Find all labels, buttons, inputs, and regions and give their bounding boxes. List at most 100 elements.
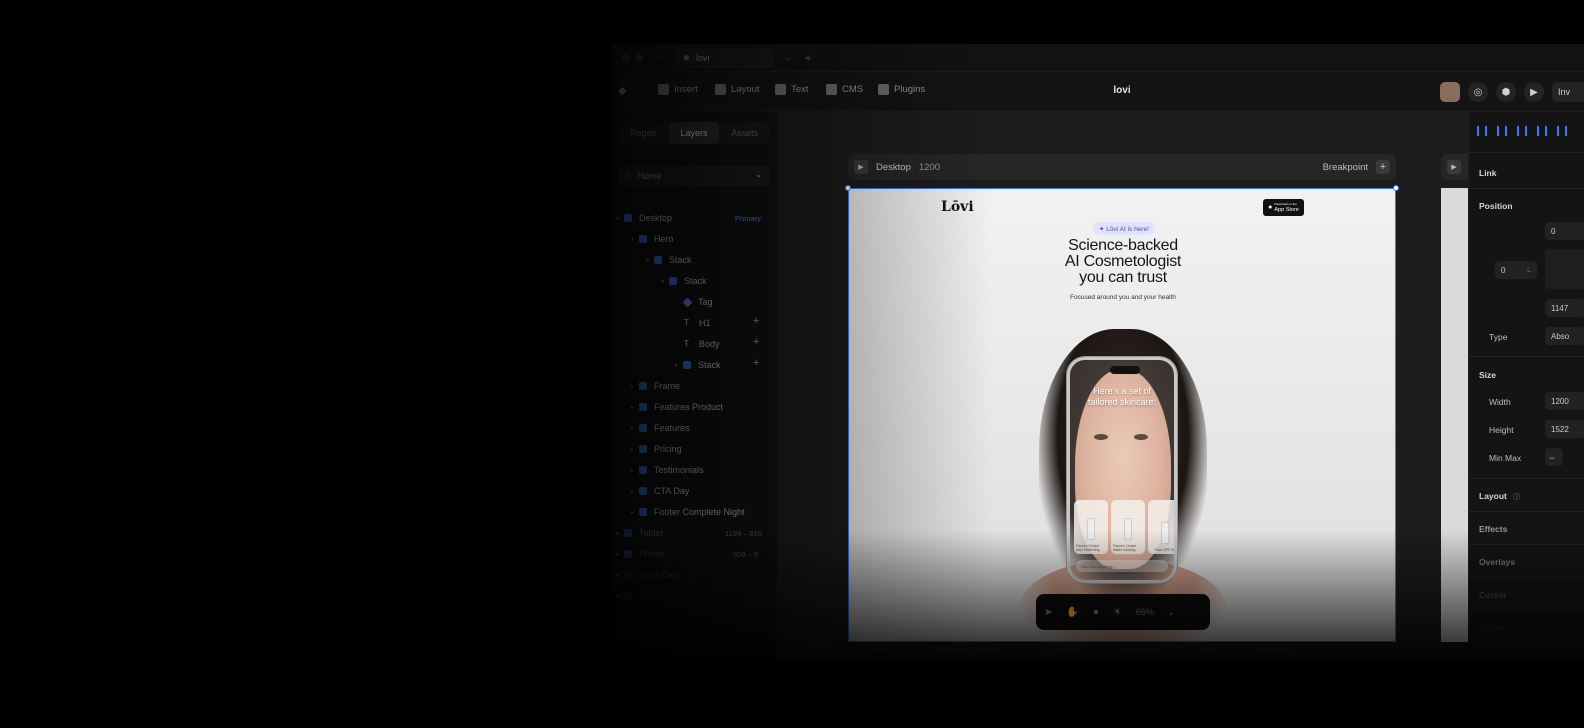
align-top-icon[interactable] (1537, 126, 1547, 136)
align-left-icon[interactable] (1477, 126, 1487, 136)
sun-icon[interactable]: ☀ (1113, 607, 1122, 618)
zoom-level[interactable]: 66% (1136, 607, 1154, 617)
hand-icon[interactable]: ✋ (1066, 607, 1078, 618)
layer-features[interactable]: ▸ Features (631, 420, 690, 436)
position-bottom-input[interactable]: 1147 (1545, 299, 1584, 317)
layer-body[interactable]: T Body (684, 336, 720, 352)
position-left-input[interactable]: 0 L (1495, 261, 1537, 279)
tab-layers[interactable]: Layers (668, 122, 720, 144)
align-center-icon[interactable] (1497, 126, 1507, 136)
add-breakpoint-icon[interactable]: + (1376, 160, 1390, 174)
desktop-frame[interactable]: Lōvi ● Download on the App Store ✦ Lōvi … (848, 188, 1396, 642)
add-icon[interactable]: + (753, 315, 759, 327)
cursor-section[interactable]: Cursor (1479, 590, 1507, 600)
effects-section[interactable]: Effects (1479, 524, 1507, 534)
hero-tag[interactable]: ✦ Lōvi AI is here! (1093, 222, 1155, 235)
second-frame[interactable] (1441, 188, 1468, 642)
home-icon[interactable]: ⌂ (655, 52, 661, 63)
chevron-right-icon[interactable]: ▸ (616, 530, 624, 537)
layer-stack[interactable]: ▾ Stack (646, 252, 692, 268)
info-icon[interactable]: ⓘ (1513, 494, 1520, 501)
min-max-toggle[interactable]: ⇔ (1545, 448, 1563, 466)
main-menu-button[interactable]: ◆ ⌄ (618, 84, 637, 97)
ask-input[interactable]: Ask Lōvi anything... (1076, 560, 1168, 572)
layer-cta-day[interactable]: ▸ CTA Day (631, 483, 689, 499)
chevron-down-icon[interactable]: ⌄ (1168, 608, 1175, 617)
width-input[interactable]: 1200 (1545, 392, 1584, 410)
layer-h1[interactable]: T H1 (684, 315, 711, 331)
chevron-right-icon[interactable]: ▸ (631, 446, 639, 453)
chevron-down-icon[interactable]: ▾ (631, 236, 639, 243)
layer-stack[interactable]: ▸ Stack (675, 357, 721, 373)
chevron-right-icon[interactable]: ▸ (631, 488, 639, 495)
cms-button[interactable]: CMS (826, 84, 863, 95)
height-input[interactable]: 1522 (1545, 420, 1584, 438)
chevron-right-icon[interactable]: ▸ (616, 593, 624, 600)
hero-heading[interactable]: Science-backed AI Cosmetologist you can … (999, 238, 1247, 286)
chevron-right-icon[interactable]: ▸ (631, 404, 639, 411)
play-icon[interactable]: ▶ (1447, 160, 1461, 174)
play-icon[interactable]: ▶ (854, 160, 868, 174)
layer-phone[interactable]: ▸ Phone (616, 546, 665, 562)
product-card[interactable]: Face SPF 50 (1148, 500, 1174, 554)
hero-body[interactable]: Focused around you and your health (999, 294, 1247, 301)
layer-footer-complete-night[interactable]: ▸ Footer Complete Night (631, 504, 745, 520)
layer-frame[interactable]: ▸ Frame (631, 378, 680, 394)
styles-section[interactable]: Styles (1479, 623, 1504, 633)
resize-handle[interactable] (845, 185, 851, 191)
layer-hero[interactable]: ▾ Hero (631, 231, 674, 247)
layer-features-product[interactable]: ▸ Features Product (631, 399, 723, 415)
invite-button[interactable]: Inv (1552, 82, 1584, 102)
layout-button[interactable]: Layout (715, 84, 760, 95)
cursor-icon[interactable]: ➤ (1044, 607, 1052, 618)
site-logo[interactable]: Lōvi (941, 199, 974, 215)
product-card[interactable]: Paula's Choice Water Infusing (1111, 500, 1145, 554)
document-tab[interactable]: ◆ lovi (673, 47, 774, 68)
comment-icon[interactable]: ● (1093, 607, 1099, 618)
layer-loop-day[interactable]: ▸ Loop Day (616, 567, 678, 583)
plugins-button[interactable]: Plugins (878, 84, 925, 95)
layer-layer[interactable]: ▸ Layer (616, 588, 662, 604)
align-right-icon[interactable] (1517, 126, 1527, 136)
window-controls[interactable] (622, 53, 643, 62)
chevron-right-icon[interactable]: ▸ (631, 509, 639, 516)
chevron-down-icon[interactable]: ▾ (616, 215, 624, 222)
chevron-right-icon[interactable]: ▸ (631, 383, 639, 390)
globe-icon[interactable]: ◎ (1468, 82, 1488, 102)
document-title[interactable]: lovi (1102, 85, 1142, 96)
add-icon[interactable]: + (753, 336, 759, 348)
chevron-down-icon[interactable]: ▾ (661, 278, 669, 285)
breakpoint-label[interactable]: Breakpoint (1323, 162, 1368, 173)
page-selector[interactable]: ⌂ Home ⌄ (618, 166, 770, 186)
new-tab-icon[interactable]: + (805, 51, 812, 65)
layer-pricing[interactable]: ▸ Pricing (631, 441, 682, 457)
layer-stack[interactable]: ▾ Stack (661, 273, 707, 289)
play-icon[interactable]: ▶ (1524, 82, 1544, 102)
position-top-input[interactable]: 0 (1545, 222, 1584, 240)
overlays-section[interactable]: Overlays (1479, 557, 1515, 567)
product-card[interactable]: Paula's Choice Skin Perfecting (1074, 500, 1108, 554)
canvas[interactable]: ▶ Desktop 1200 Breakpoint + Lōvi ● Downl… (778, 112, 1468, 660)
insert-button[interactable]: Insert (658, 84, 698, 95)
phone-mockup[interactable]: Here's a set of tailored skincare: Paula… (1067, 357, 1177, 583)
align-middle-icon[interactable] (1557, 126, 1567, 136)
layer-desktop[interactable]: ▾ Desktop (616, 210, 672, 226)
layer-testimonials[interactable]: ▸ Testimonials (631, 462, 704, 478)
chevron-right-icon[interactable]: ▸ (631, 425, 639, 432)
layer-tablet[interactable]: ▸ Tablet (616, 525, 663, 541)
chevron-down-icon[interactable]: ▾ (646, 257, 654, 264)
link-section[interactable]: Link (1479, 168, 1496, 178)
chevron-down-icon[interactable]: ⌄ (785, 52, 793, 63)
position-pin-widget[interactable] (1545, 249, 1584, 289)
app-store-badge[interactable]: ● Download on the App Store (1263, 199, 1304, 216)
text-button[interactable]: Text (775, 84, 808, 95)
add-icon[interactable]: + (753, 357, 759, 369)
chevron-right-icon[interactable]: ▸ (616, 551, 624, 558)
frame-header[interactable]: ▶ Desktop 1200 Breakpoint + (848, 154, 1396, 180)
tab-pages[interactable]: Pages (618, 122, 669, 144)
chevron-right-icon[interactable]: ▸ (616, 572, 624, 579)
second-frame-header[interactable]: ▶ (1441, 154, 1468, 180)
layout-section[interactable]: Layout ⓘ (1479, 491, 1520, 502)
settings-icon[interactable]: ⬢ (1496, 82, 1516, 102)
chevron-right-icon[interactable]: ▸ (631, 467, 639, 474)
